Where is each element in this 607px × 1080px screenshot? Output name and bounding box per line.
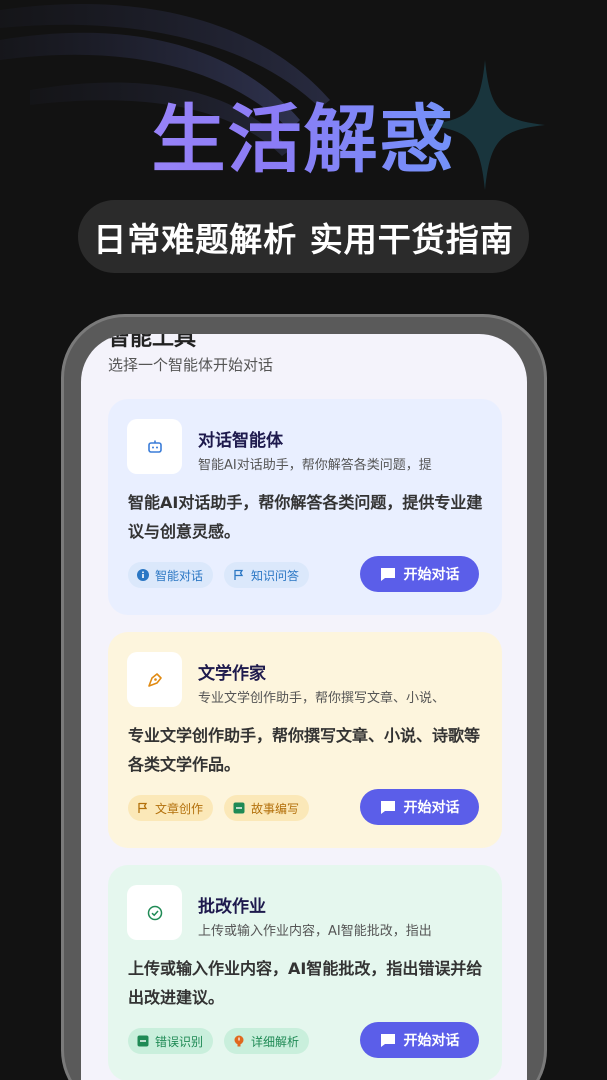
tag-label: 智能对话: [155, 568, 204, 583]
agent-card-writer[interactable]: 文学作家 专业文学创作助手，帮你撰写文章、小说、 专业文学创作助手，帮你撰写文章…: [108, 632, 502, 848]
button-label: 开始对话: [403, 1033, 460, 1049]
card-brief: 智能AI对话助手，帮你解答各类问题，提: [198, 458, 432, 473]
hero-subtitle: 日常难题解析 实用干货指南: [78, 200, 529, 273]
start-chat-button[interactable]: 开始对话: [360, 1022, 479, 1058]
card-brief: 上传或输入作业内容，AI智能批改，指出: [198, 924, 432, 939]
chat-bubble-icon: [380, 800, 395, 814]
info-icon: [137, 569, 149, 581]
card-title: 对话智能体: [198, 431, 283, 451]
hero-title: 生活解惑: [0, 80, 607, 187]
card-title: 文学作家: [198, 664, 266, 684]
tag-detailed-analysis: 详细解析: [224, 1028, 310, 1054]
tag-label: 错误识别: [155, 1034, 204, 1049]
flag-icon: [138, 802, 148, 813]
tag-article-writing: 文章创作: [128, 795, 214, 821]
phone-screen: 智能工具 选择一个智能体开始对话 对话智能体 智能AI对话助手，帮你解答各类问题…: [81, 334, 527, 1080]
page-title: 智能工具: [108, 334, 197, 351]
card-title: 批改作业: [198, 897, 266, 917]
card-brief: 专业文学创作助手，帮你撰写文章、小说、: [198, 691, 446, 706]
button-label: 开始对话: [403, 567, 460, 583]
start-chat-button[interactable]: 开始对话: [360, 789, 479, 825]
check-circle-icon: [127, 885, 182, 940]
tag-label: 详细解析: [251, 1034, 300, 1049]
agent-card-chat[interactable]: 对话智能体 智能AI对话助手，帮你解答各类问题，提 智能AI对话助手，帮你解答各…: [108, 399, 502, 615]
tag-story-writing: 故事编写: [224, 795, 310, 821]
button-label: 开始对话: [403, 800, 460, 816]
tag-knowledge-qa: 知识问答: [224, 562, 310, 588]
tag-label: 知识问答: [251, 568, 300, 583]
flag-icon: [234, 569, 244, 580]
tag-error-detection: 错误识别: [128, 1028, 214, 1054]
card-description: 专业文学创作助手，帮你撰写文章、小说、诗歌等各类文学作品。: [128, 726, 481, 774]
tag-label: 文章创作: [155, 801, 204, 816]
pen-nib-icon: [127, 652, 182, 707]
agent-card-homework[interactable]: 批改作业 上传或输入作业内容，AI智能批改，指出 上传或输入作业内容，AI智能批…: [108, 865, 502, 1080]
start-chat-button[interactable]: 开始对话: [360, 556, 479, 592]
card-description: 智能AI对话助手，帮你解答各类问题，提供专业建议与创意灵感。: [128, 493, 483, 541]
phone-frame: 智能工具 选择一个智能体开始对话 对话智能体 智能AI对话助手，帮你解答各类问题…: [61, 314, 547, 1080]
card-description: 上传或输入作业内容，AI智能批改，指出错误并给出改进建议。: [128, 959, 483, 1007]
chat-bubble-icon: [380, 567, 395, 581]
robot-icon: [127, 419, 182, 474]
bulb-icon: [234, 1035, 244, 1047]
tag-label: 故事编写: [251, 801, 300, 816]
chat-bubble-icon: [380, 1033, 395, 1047]
page-subtitle: 选择一个智能体开始对话: [108, 356, 274, 374]
tag-smart-chat: 智能对话: [128, 562, 214, 588]
minus-box-icon: [233, 802, 245, 814]
minus-box-icon: [137, 1035, 149, 1047]
